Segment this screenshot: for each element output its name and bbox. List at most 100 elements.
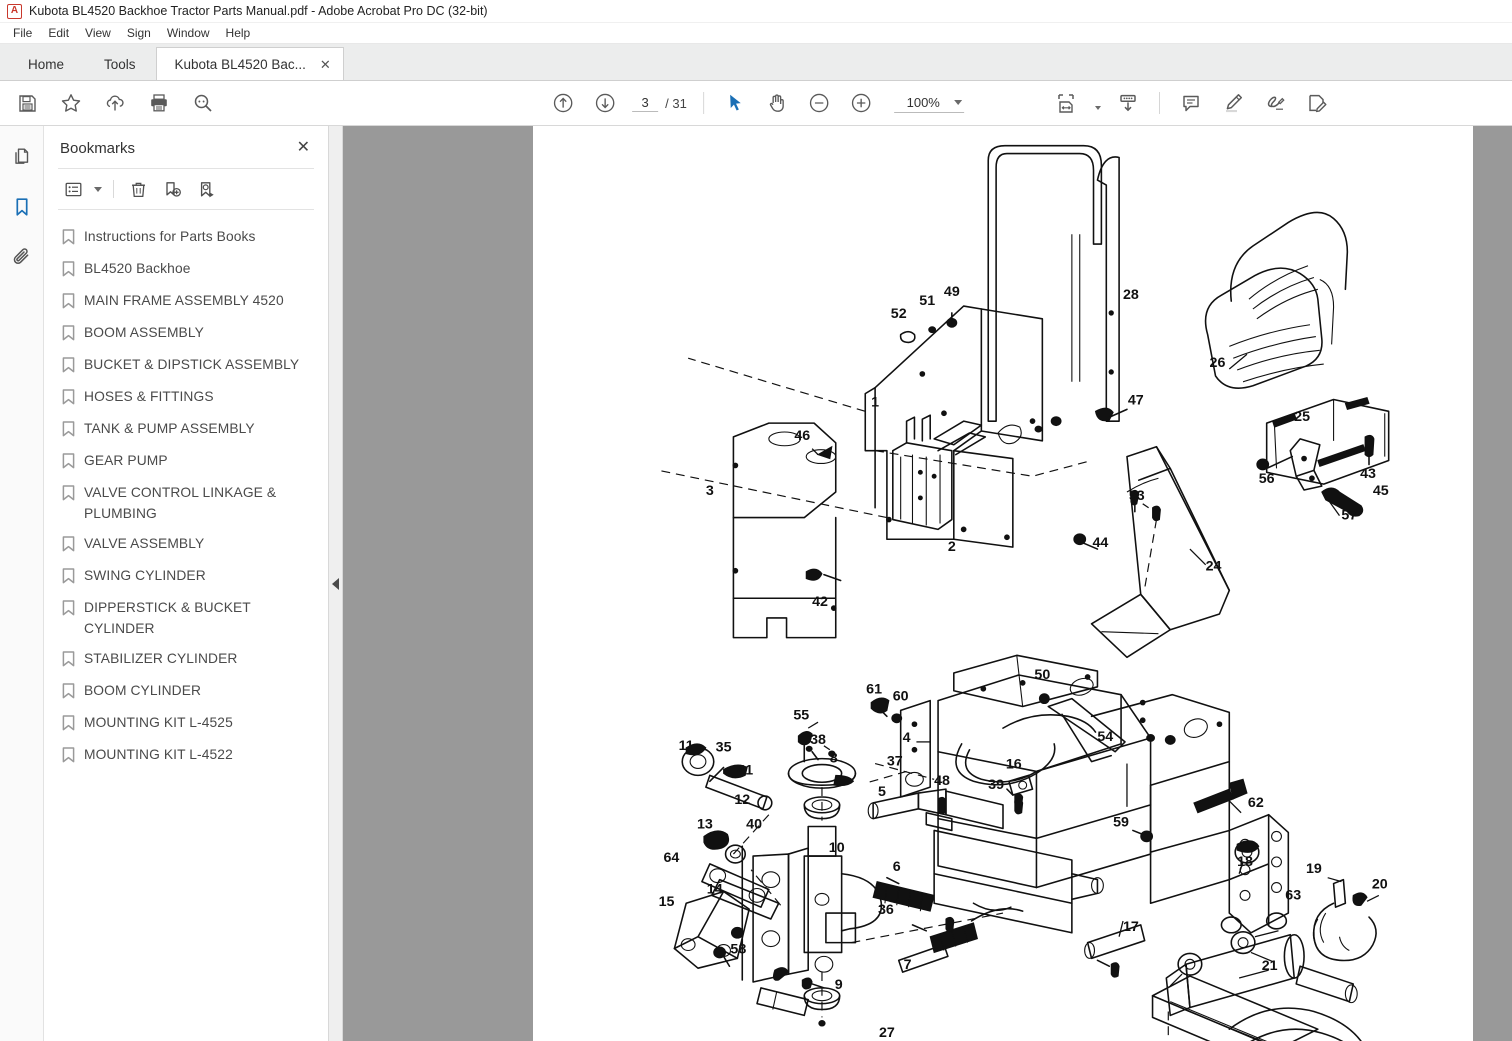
part-callout: 17: [1123, 919, 1139, 935]
menu-file[interactable]: File: [5, 24, 40, 42]
bookmark-icon: [62, 600, 75, 621]
part-callout: 7: [904, 957, 912, 973]
bookmark-item[interactable]: MAIN FRAME ASSEMBLY 4520: [44, 286, 328, 318]
toolbar-left-group: [0, 88, 218, 118]
options-list-icon[interactable]: [60, 176, 86, 202]
zoom-level-value: 100%: [906, 95, 940, 110]
tab-document[interactable]: Kubota BL4520 Bac... ✕: [155, 47, 344, 80]
edit-pdf-icon[interactable]: [1302, 88, 1332, 118]
bookmark-icon: [62, 650, 75, 672]
sign-icon[interactable]: [1260, 88, 1290, 118]
menu-view[interactable]: View: [77, 24, 119, 42]
part-callout: 9: [835, 977, 843, 993]
parts-diagram: 1234567891011121314151617181920212224252…: [658, 144, 1390, 1041]
bookmark-item[interactable]: STABILIZER CYLINDER: [44, 644, 328, 676]
bookmark-icon: [62, 746, 75, 768]
bookmark-item[interactable]: MOUNTING KIT L-4522: [44, 740, 328, 772]
attachments-icon[interactable]: [7, 242, 37, 272]
part-callout: 54: [1097, 729, 1113, 745]
bookmark-label: MOUNTING KIT L-4525: [84, 714, 233, 730]
part-callout: 45: [1373, 483, 1389, 499]
scroll-mode-icon[interactable]: [1113, 88, 1143, 118]
search-zoom-icon[interactable]: [188, 88, 218, 118]
part-callout: 44: [1092, 535, 1108, 551]
bookmarks-toolbar: [44, 169, 328, 209]
zoom-control[interactable]: 100%: [893, 93, 964, 113]
highlight-icon[interactable]: [1218, 88, 1248, 118]
bookmark-icon: [62, 261, 75, 282]
part-callout: 57: [1341, 508, 1357, 524]
bookmark-item[interactable]: BL4520 Backhoe: [44, 254, 328, 286]
select-tool-icon[interactable]: [720, 88, 750, 118]
bookmark-label: GEAR PUMP: [84, 453, 168, 468]
find-bookmark-icon[interactable]: [193, 176, 219, 202]
acrobat-logo-icon: A: [7, 3, 22, 19]
menu-sign[interactable]: Sign: [119, 24, 159, 42]
chevron-down-icon[interactable]: [1095, 106, 1101, 110]
bookmark-label: DIPPERSTICK & BUCKET CYLINDER: [84, 599, 251, 637]
previous-page-icon[interactable]: [548, 88, 578, 118]
bookmark-item[interactable]: SWING CYLINDER: [44, 561, 328, 593]
page-number-input[interactable]: [632, 94, 659, 112]
part-callout: 15: [659, 894, 675, 910]
bookmark-item[interactable]: GEAR PUMP: [44, 446, 328, 478]
bookmark-item[interactable]: MOUNTING KIT L-4525: [44, 708, 328, 740]
zoom-out-icon[interactable]: [804, 88, 834, 118]
bookmark-label: SWING CYLINDER: [84, 567, 206, 583]
bookmark-item[interactable]: DIPPERSTICK & BUCKET CYLINDER: [44, 593, 328, 644]
part-callout: 25: [1294, 409, 1310, 425]
bookmark-list[interactable]: Instructions for Parts Books BL4520 Backh…: [44, 210, 328, 1041]
panel-collapse-button[interactable]: [329, 126, 343, 1041]
save-icon[interactable]: [12, 88, 42, 118]
part-callout: 6: [893, 859, 901, 875]
chevron-down-icon[interactable]: [94, 186, 102, 192]
navigation-rail: [0, 126, 44, 1041]
chevron-down-icon[interactable]: [953, 100, 962, 105]
thumbnails-icon[interactable]: [7, 142, 37, 172]
callout-numbers: 1234567891011121314151617181920212224252…: [659, 284, 1389, 1041]
new-bookmark-icon[interactable]: [159, 176, 185, 202]
bookmark-icon: [62, 421, 75, 442]
delete-bookmark-icon[interactable]: [125, 176, 151, 202]
part-callout: 36: [878, 902, 894, 918]
tab-document-label: Kubota BL4520 Bac...: [174, 56, 306, 72]
bookmark-item[interactable]: HOSES & FITTINGS: [44, 382, 328, 414]
fit-width-icon[interactable]: [1051, 88, 1081, 118]
page-total-label: / 31: [665, 95, 687, 111]
menu-edit[interactable]: Edit: [40, 24, 77, 42]
bookmarks-icon[interactable]: [7, 192, 37, 222]
menu-window[interactable]: Window: [159, 24, 218, 42]
bookmarks-panel: Bookmarks ✕ Instructions for Parts Books…: [44, 126, 329, 1041]
bookmark-item[interactable]: BOOM ASSEMBLY: [44, 318, 328, 350]
print-icon[interactable]: [144, 88, 174, 118]
bookmark-item[interactable]: VALVE CONTROL LINKAGE & PLUMBING: [44, 478, 328, 529]
window-title: Kubota BL4520 Backhoe Tractor Parts Manu…: [29, 4, 488, 18]
star-icon[interactable]: [56, 88, 86, 118]
bookmark-icon: [62, 485, 75, 506]
bookmark-item[interactable]: BOOM CYLINDER: [44, 676, 328, 708]
part-callout: 46: [794, 428, 810, 444]
bookmark-icon: [62, 714, 75, 736]
upload-cloud-icon[interactable]: [100, 88, 130, 118]
menu-help[interactable]: Help: [218, 24, 259, 42]
tab-tools[interactable]: Tools: [84, 49, 156, 80]
zoom-in-icon[interactable]: [846, 88, 876, 118]
part-callout: 2: [948, 539, 956, 555]
bookmark-label: MAIN FRAME ASSEMBLY 4520: [84, 293, 284, 308]
bookmark-item[interactable]: TANK & PUMP ASSEMBLY: [44, 414, 328, 446]
next-page-icon[interactable]: [590, 88, 620, 118]
tab-home[interactable]: Home: [8, 49, 84, 80]
part-callout: 5: [878, 784, 886, 800]
bookmark-item[interactable]: BUCKET & DIPSTICK ASSEMBLY: [44, 350, 328, 382]
part-callout: 64: [664, 850, 680, 866]
document-canvas[interactable]: 1234567891011121314151617181920212224252…: [343, 126, 1512, 1041]
bookmark-item[interactable]: Instructions for Parts Books: [44, 222, 328, 254]
toolbar-divider: [1159, 92, 1160, 114]
part-callout: 26: [1210, 355, 1226, 371]
close-icon[interactable]: ✕: [293, 138, 314, 158]
bookmark-item[interactable]: VALVE ASSEMBLY: [44, 529, 328, 561]
part-callout: 56: [1259, 471, 1275, 487]
hand-tool-icon[interactable]: [762, 88, 792, 118]
close-icon[interactable]: ✕: [320, 58, 331, 71]
comment-icon[interactable]: [1176, 88, 1206, 118]
